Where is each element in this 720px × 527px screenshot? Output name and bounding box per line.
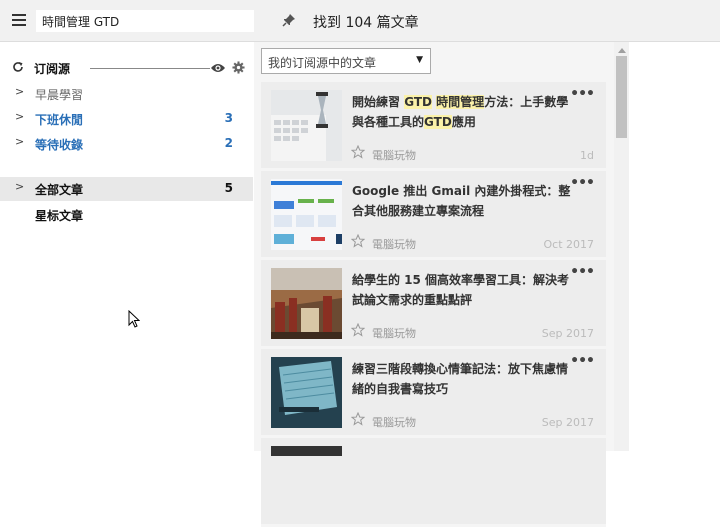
feed-label: 下班休閒 (35, 113, 84, 127)
star-outline-icon[interactable] (351, 234, 365, 248)
more-options-icon[interactable]: ••• (570, 264, 595, 280)
feed-item[interactable]: > 等待收錄 2 (0, 132, 253, 154)
nav-starred[interactable]: 星标文章 (0, 203, 253, 225)
article-title[interactable]: 練習三階段轉換心情筆記法：放下焦慮情緒的自我書寫技巧 (352, 359, 577, 399)
title-text: 應用 (451, 115, 476, 129)
all-articles-label: 全部文章 (35, 183, 84, 197)
feed-item[interactable]: > 早晨學習 (0, 82, 253, 104)
article-source: 電腦玩物 (372, 149, 416, 162)
article-date: Sep 2017 (541, 416, 594, 429)
feed-count: 3 (224, 111, 233, 125)
article-date: Sep 2017 (541, 327, 594, 340)
more-options-icon[interactable]: ••• (570, 86, 595, 102)
article-thumbnail (271, 90, 342, 161)
divider (90, 68, 210, 69)
chevron-right-icon[interactable]: > (15, 85, 24, 98)
feed-filter-select[interactable]: 我的订阅源中的文章 ▼ (261, 48, 431, 74)
star-outline-icon[interactable] (351, 412, 365, 426)
article-card[interactable]: 練習三階段轉換心情筆記法：放下焦慮情緒的自我書寫技巧 ••• 電腦玩物 Sep … (261, 349, 606, 438)
hamburger-menu-icon[interactable] (12, 14, 26, 26)
feed-label: 等待收錄 (35, 138, 84, 152)
article-list: 我的订阅源中的文章 ▼ 開始練習 GTD 時間管理方法：上手數學與各種工具的GT… (254, 42, 614, 527)
article-title[interactable]: 開始練習 GTD 時間管理方法：上手數學與各種工具的GTD應用 (352, 92, 577, 132)
nav-all-articles[interactable]: > 全部文章 5 (0, 177, 253, 201)
article-card[interactable] (261, 438, 606, 527)
article-card[interactable]: 開始練習 GTD 時間管理方法：上手數學與各種工具的GTD應用 ••• 電腦玩物… (261, 82, 606, 171)
mouse-cursor-icon (128, 310, 140, 328)
feed-item[interactable]: > 下班休閒 3 (0, 107, 253, 129)
article-title[interactable]: Google 推出 Gmail 內建外掛程式：整合其他服務建立專案流程 (352, 181, 577, 221)
article-source: 電腦玩物 (372, 327, 416, 340)
feed-count: 2 (224, 136, 233, 150)
all-articles-count: 5 (224, 181, 233, 195)
article-date: Oct 2017 (543, 238, 594, 251)
title-text: 開始練習 (352, 95, 405, 109)
more-options-icon[interactable]: ••• (570, 353, 595, 369)
gear-icon[interactable] (232, 61, 245, 74)
article-thumbnail (271, 268, 342, 339)
sidebar: 订阅源 > 早晨學習 > 下班休閒 3 > 等待收錄 2 > 全部文章 5 星标… (0, 42, 253, 451)
pin-icon[interactable] (281, 12, 297, 28)
article-title[interactable]: 給學生的 15 個高效率學習工具：解決考試論文需求的重點點評 (352, 270, 577, 310)
refresh-icon[interactable] (12, 61, 24, 73)
filter-selected-value: 我的订阅源中的文章 (268, 56, 377, 70)
article-date: 1d (580, 149, 594, 162)
title-highlight: GTD (404, 95, 432, 109)
subscriptions-header: 订阅源 (10, 59, 250, 77)
eye-icon[interactable] (210, 62, 226, 74)
chevron-right-icon[interactable]: > (15, 110, 24, 123)
article-thumbnail (271, 179, 342, 250)
title-highlight: GTD (424, 115, 452, 129)
subscriptions-title[interactable]: 订阅源 (34, 60, 70, 77)
star-outline-icon[interactable] (351, 145, 365, 159)
article-thumbnail (271, 446, 342, 456)
article-source: 電腦玩物 (372, 238, 416, 251)
feed-label: 早晨學習 (35, 88, 84, 102)
scroll-up-arrow-icon[interactable] (618, 48, 626, 53)
chevron-right-icon[interactable]: > (15, 180, 24, 193)
dropdown-arrow-icon: ▼ (416, 55, 423, 65)
article-card[interactable]: 給學生的 15 個高效率學習工具：解決考試論文需求的重點點評 ••• 電腦玩物 … (261, 260, 606, 349)
vertical-scrollbar[interactable] (614, 42, 629, 451)
result-title: 找到 104 篇文章 (313, 15, 419, 31)
more-options-icon[interactable]: ••• (570, 175, 595, 191)
scroll-thumb[interactable] (616, 56, 627, 138)
article-card[interactable]: Google 推出 Gmail 內建外掛程式：整合其他服務建立專案流程 ••• … (261, 171, 606, 260)
starred-label: 星标文章 (35, 209, 84, 223)
star-outline-icon[interactable] (351, 323, 365, 337)
article-thumbnail (271, 357, 342, 428)
title-highlight: 時間管理 (436, 95, 485, 109)
chevron-right-icon[interactable]: > (15, 135, 24, 148)
top-bar: 找到 104 篇文章 (0, 0, 720, 42)
article-source: 電腦玩物 (372, 416, 416, 429)
search-input[interactable] (36, 10, 254, 32)
